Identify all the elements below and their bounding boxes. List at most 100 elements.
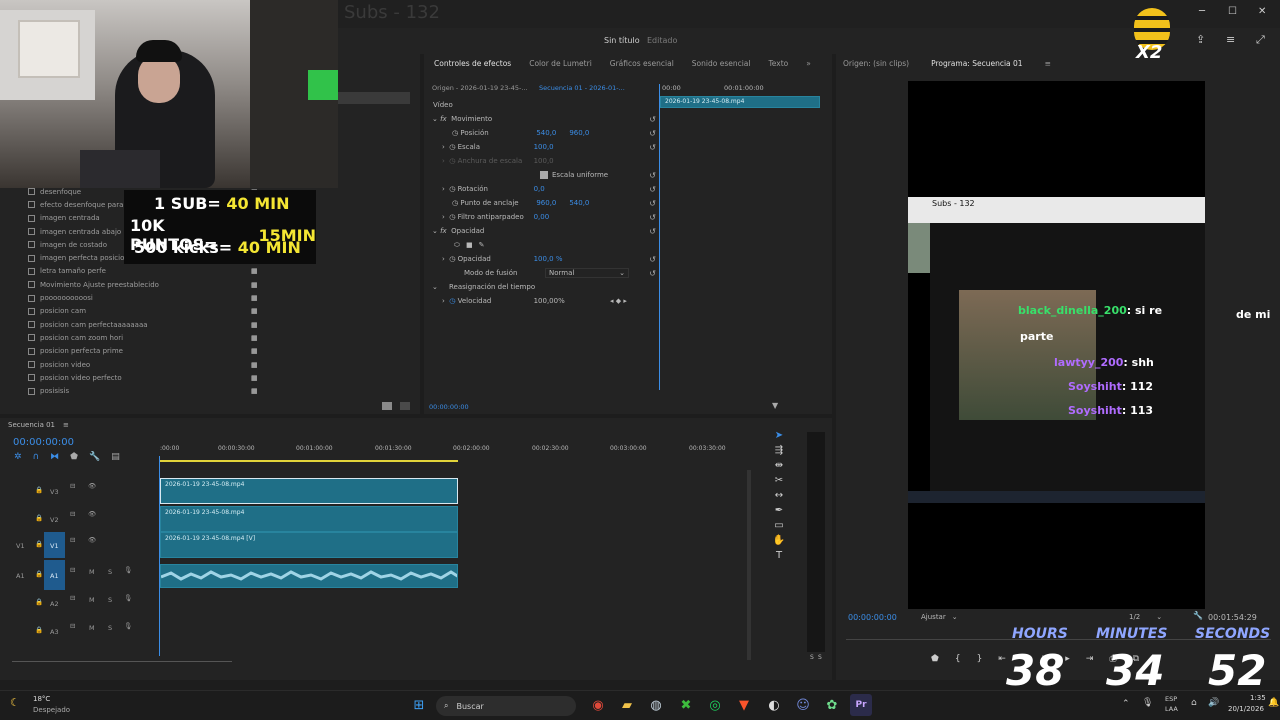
marker-icon[interactable]: ⬟: [931, 654, 939, 664]
prop-value[interactable]: 100,0: [534, 143, 554, 151]
clip-v1[interactable]: 2026-01-19 23-45-08.mp4 [V]: [160, 532, 458, 558]
clip-v2[interactable]: 2026-01-19 23-45-08.mp4: [160, 506, 458, 532]
add-marker-icon[interactable]: ⬟: [70, 452, 78, 462]
spotify-icon[interactable]: ◎: [704, 694, 726, 716]
lock-icon[interactable]: 🔒: [35, 626, 43, 634]
list-item[interactable]: posicion video perfecto ▦: [0, 371, 270, 384]
stopwatch-icon[interactable]: ◷: [452, 129, 460, 137]
timeline-ruler[interactable]: :00:00 00:00:30:00 00:01:00:00 00:01:30:…: [160, 445, 755, 455]
linked-icon[interactable]: ⧓: [50, 452, 59, 462]
weather-desc[interactable]: Despejado: [33, 706, 70, 714]
tab-effect-controls[interactable]: Controles de efectos: [434, 59, 511, 68]
stopwatch-icon[interactable]: ◷: [449, 185, 457, 193]
timeline-vscroll[interactable]: [747, 470, 751, 660]
razor-icon[interactable]: ✂: [772, 475, 786, 486]
captions-icon[interactable]: ▤: [111, 452, 120, 462]
mute-button[interactable]: M: [89, 624, 95, 632]
weather-temp[interactable]: 18°C: [33, 695, 50, 703]
list-item[interactable]: poooooooooosi ▦: [0, 291, 270, 304]
chrome-icon[interactable]: ◉: [587, 694, 609, 716]
reset-icon[interactable]: ↺: [649, 185, 656, 194]
panel-menu-icon[interactable]: ≡: [63, 421, 69, 429]
lock-icon[interactable]: 🔒: [35, 486, 43, 494]
volume-icon[interactable]: 🔊: [1208, 698, 1219, 708]
pen-icon[interactable]: ✒: [772, 505, 786, 516]
tab-text[interactable]: Texto: [768, 59, 788, 68]
solo-button[interactable]: S: [108, 568, 112, 576]
ec-clip[interactable]: 2026-01-19 23-45-08.mp4: [660, 96, 820, 108]
sync-icon[interactable]: ⊟: [70, 536, 75, 544]
fit-select[interactable]: Ajustar ⌄: [921, 613, 958, 621]
list-item[interactable]: posisisis ▦: [0, 384, 270, 397]
keyframe-nav-icon[interactable]: ◂ ◆ ▸: [610, 297, 627, 305]
selection-tool-icon[interactable]: ➤: [772, 430, 786, 441]
filter-icon[interactable]: ▼: [772, 401, 778, 410]
list-item[interactable]: posicion cam zoom hori ▦: [0, 331, 270, 344]
mute-button[interactable]: M: [89, 596, 95, 604]
github-icon[interactable]: ◐: [763, 694, 785, 716]
ellipse-mask-icon[interactable]: ⬭: [454, 241, 460, 250]
prop-value[interactable]: 540,0: [569, 199, 589, 207]
steam-icon[interactable]: ◍: [645, 694, 667, 716]
stopwatch-icon[interactable]: ◷: [449, 255, 457, 263]
source-patch-v1[interactable]: V1: [16, 542, 25, 550]
premiere-icon[interactable]: Pr: [850, 694, 872, 716]
reset-icon[interactable]: ↺: [649, 171, 656, 180]
stopwatch-icon[interactable]: ◷: [449, 297, 457, 305]
microphone-icon[interactable]: 🎙: [124, 566, 132, 574]
reset-icon[interactable]: ↺: [649, 227, 656, 236]
rectangle-mask-icon[interactable]: ■: [466, 241, 473, 249]
eye-icon[interactable]: 👁: [88, 482, 96, 490]
sync-icon[interactable]: ⊟: [70, 482, 75, 490]
list-item[interactable]: posicion cam perfectaaaaaaaa ▦: [0, 318, 270, 331]
reset-icon[interactable]: ↺: [649, 255, 656, 264]
new-bin-icon[interactable]: [382, 402, 392, 410]
hand-icon[interactable]: ✋: [772, 535, 786, 546]
program-timecode[interactable]: 00:00:00:00: [848, 613, 897, 622]
time-remap-row[interactable]: ⌄ Reasignación del tiempo: [424, 280, 660, 294]
pen-mask-icon[interactable]: ✎: [479, 241, 485, 249]
lock-icon[interactable]: 🔒: [35, 598, 43, 606]
menu-icon[interactable]: ≡: [1226, 33, 1235, 46]
meter-solo-left[interactable]: S: [810, 654, 814, 661]
search-box[interactable]: ⌕ Buscar: [436, 696, 576, 716]
mark-in-icon[interactable]: {: [955, 654, 961, 664]
source-patch-a1[interactable]: A1: [16, 572, 25, 580]
nest-icon[interactable]: ✲: [14, 452, 22, 462]
start-icon[interactable]: ⊞: [408, 694, 430, 716]
keyboard-layout[interactable]: LAA: [1165, 705, 1178, 713]
eye-icon[interactable]: 👁: [88, 510, 96, 518]
eye-icon[interactable]: 👁: [88, 536, 96, 544]
reset-icon[interactable]: ↺: [649, 269, 656, 278]
more-tabs-icon[interactable]: »: [806, 59, 811, 68]
brave-icon[interactable]: ▼: [733, 694, 755, 716]
prop-value[interactable]: 540,0: [536, 129, 569, 137]
clock-date[interactable]: 20/1/2026: [1228, 705, 1264, 713]
prop-value[interactable]: 100,00%: [534, 297, 565, 305]
share-icon[interactable]: ⇪: [1196, 33, 1205, 46]
prop-value[interactable]: 960,0: [569, 129, 589, 137]
type-tool-icon[interactable]: T: [772, 550, 786, 561]
stopwatch-icon[interactable]: ◷: [449, 143, 457, 151]
tab-source[interactable]: Origen: (sin clips): [843, 59, 909, 68]
network-icon[interactable]: ⌂: [1191, 698, 1197, 708]
stopwatch-icon[interactable]: ◷: [449, 213, 457, 221]
minimize-icon[interactable]: ─: [1199, 6, 1205, 17]
list-item[interactable]: Movimiento Ajuste preestablecido ▦: [0, 278, 270, 291]
prop-value[interactable]: 100,0 %: [534, 255, 563, 263]
weather-icon[interactable]: ☾: [10, 696, 20, 709]
prop-value[interactable]: 960,0: [536, 199, 569, 207]
tray-chevron-icon[interactable]: ⌃: [1122, 699, 1130, 709]
clip-a1[interactable]: [160, 564, 458, 588]
sequence-selector[interactable]: Secuencia 01 - 2026-01-...: [539, 84, 625, 92]
ec-timecode[interactable]: 00:00:00:00: [429, 403, 469, 411]
prop-value[interactable]: 0,00: [534, 213, 550, 221]
track-name[interactable]: V1: [44, 532, 65, 558]
work-area-bar[interactable]: [160, 460, 458, 462]
sync-icon[interactable]: ⊟: [70, 510, 75, 518]
snap-icon[interactable]: ∩: [33, 452, 40, 462]
notification-icon[interactable]: 🔔: [1268, 698, 1279, 708]
chatgpt-icon[interactable]: ✿: [821, 694, 843, 716]
tab-essential-sound[interactable]: Sonido esencial: [692, 59, 751, 68]
solo-button[interactable]: S: [108, 624, 112, 632]
